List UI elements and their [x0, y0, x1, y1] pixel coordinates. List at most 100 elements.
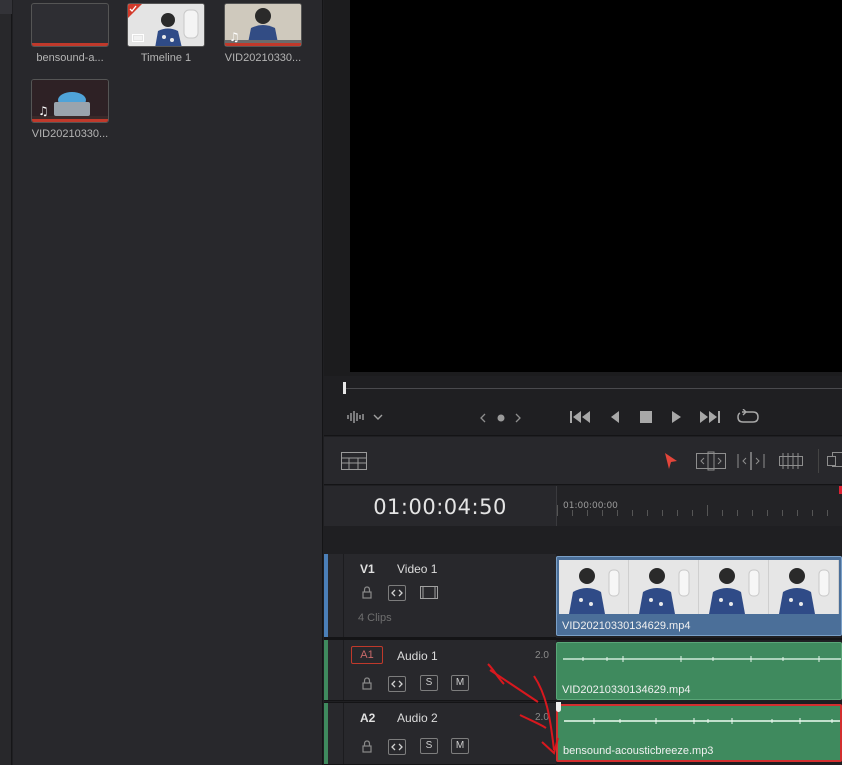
auto-select-icon [391, 589, 403, 597]
track-divider [343, 703, 344, 764]
solo-button[interactable]: S [420, 675, 438, 691]
track-name[interactable]: Video 1 [397, 562, 437, 576]
timecode-box: 01:00:04:50 [324, 486, 556, 526]
toolbar-divider [818, 449, 819, 473]
transport-bar [324, 400, 842, 436]
timeline-timecode[interactable]: 01:00:04:50 [324, 495, 556, 519]
clip-thumbnail: ♫ [31, 79, 109, 123]
ruler-tick [677, 510, 678, 516]
track-id: V1 [360, 562, 375, 576]
clip-title: bensound-acousticbreeze.mp3 [563, 745, 714, 757]
ruler-tick [602, 510, 603, 516]
clip-thumbnail [31, 3, 109, 47]
audio-usage-bar [32, 119, 108, 122]
insert-clip-icon[interactable] [827, 452, 842, 470]
mute-button[interactable]: M [451, 738, 469, 754]
lock-icon[interactable] [362, 677, 372, 690]
track-lane-v1: VID20210330134629.mp4 [556, 554, 842, 638]
ruler-tick [737, 510, 738, 516]
play-icon[interactable] [670, 410, 682, 424]
clip-thumbnail [127, 3, 205, 47]
trim-edit-icon[interactable] [696, 451, 726, 471]
auto-select-button[interactable] [388, 676, 406, 692]
ruler-tick [722, 510, 723, 516]
clip-title: VID20210330134629.mp4 [562, 620, 691, 632]
resolve-editor: bensound-a... Timeline 1 ♫ VID20210330..… [0, 0, 842, 765]
timeline-toolbar [324, 437, 842, 485]
chevron-down-icon[interactable] [373, 413, 383, 421]
stop-icon[interactable] [639, 410, 653, 424]
media-clip-bensound[interactable]: bensound-a... [30, 3, 110, 64]
ruler-tick [707, 505, 708, 516]
ruler-tick [617, 510, 618, 516]
video-frame [559, 560, 629, 614]
lock-icon[interactable] [362, 740, 372, 753]
track-id: A2 [360, 711, 376, 725]
checkmark-icon [128, 4, 142, 18]
sidebar-tab[interactable] [0, 0, 12, 14]
viewer-scrubber[interactable] [344, 388, 842, 389]
media-clip-vid-2[interactable]: ♫ VID20210330... [30, 79, 110, 140]
track-divider [343, 640, 344, 700]
ruler-tick [587, 510, 588, 516]
ruler-tick [767, 510, 768, 516]
jump-to-start-icon[interactable] [570, 410, 592, 424]
frame-image [769, 560, 838, 614]
track-name[interactable]: Audio 2 [397, 711, 438, 725]
video-clip[interactable]: VID20210330134629.mp4 [556, 556, 842, 636]
track-color-strip [324, 703, 328, 764]
loop-icon[interactable] [736, 409, 760, 425]
blade-edit-icon[interactable] [779, 453, 803, 469]
timeline-view-options-icon[interactable] [341, 452, 367, 470]
jump-to-end-icon[interactable] [699, 410, 721, 424]
ruler-tick [632, 510, 633, 516]
track-color-strip [324, 554, 328, 637]
ruler-tick [797, 510, 798, 516]
ruler-tick [557, 505, 558, 516]
clip-name: Timeline 1 [140, 52, 192, 64]
clip-name: VID20210330... [31, 128, 109, 140]
clip-frames [559, 560, 841, 614]
clip-thumbnail: ♫ [224, 3, 302, 47]
jog-control-icon[interactable] [480, 411, 522, 425]
music-note-icon: ♫ [38, 104, 49, 118]
auto-select-icon [391, 743, 403, 751]
clip-title: VID20210330134629.mp4 [562, 684, 691, 696]
clip-name: bensound-a... [36, 52, 104, 64]
dynamic-trim-icon[interactable] [737, 451, 765, 471]
clip-name: VID20210330... [224, 52, 302, 64]
solo-button[interactable]: S [420, 738, 438, 754]
track-name[interactable]: Audio 1 [397, 649, 438, 663]
ruler-tick [572, 510, 573, 516]
timeline-icon [132, 34, 144, 42]
media-clip-vid-1[interactable]: ♫ VID20210330... [223, 3, 303, 64]
frame-image [559, 560, 628, 614]
track-color-strip [324, 640, 328, 700]
ruler-tick [692, 510, 693, 516]
waveform-icon[interactable] [346, 410, 366, 424]
timeline-ruler[interactable]: 01:00:00:00 [556, 486, 842, 526]
auto-select-button[interactable] [388, 739, 406, 755]
track-id-badge[interactable]: A1 [351, 646, 383, 664]
step-back-icon[interactable] [609, 410, 621, 424]
track-enable-icon[interactable] [420, 586, 438, 599]
media-clip-timeline-1[interactable]: Timeline 1 [126, 3, 206, 64]
ruler-tick [812, 510, 813, 516]
selection-tool-icon[interactable] [664, 452, 678, 470]
ruler-tick [647, 510, 648, 516]
audio-clip[interactable]: VID20210330134629.mp4 [556, 642, 842, 700]
viewer-scrubber-handle[interactable] [343, 382, 346, 394]
frame-image [699, 560, 768, 614]
viewer-screen[interactable] [350, 0, 842, 372]
auto-select-button[interactable] [388, 585, 406, 601]
video-frame [769, 560, 839, 614]
lock-icon[interactable] [362, 586, 372, 599]
ruler-tick [827, 510, 828, 516]
mute-button[interactable]: M [451, 675, 469, 691]
annotation-arrows [487, 663, 559, 755]
track-lane-a1: VID20210330134629.mp4 [556, 640, 842, 701]
ruler-tick [752, 510, 753, 516]
track-lane-a2: bensound-acousticbreeze.mp3 [556, 702, 842, 765]
audio-clip-selected[interactable]: bensound-acousticbreeze.mp3 [556, 704, 842, 762]
music-note-icon: ♫ [229, 30, 240, 44]
